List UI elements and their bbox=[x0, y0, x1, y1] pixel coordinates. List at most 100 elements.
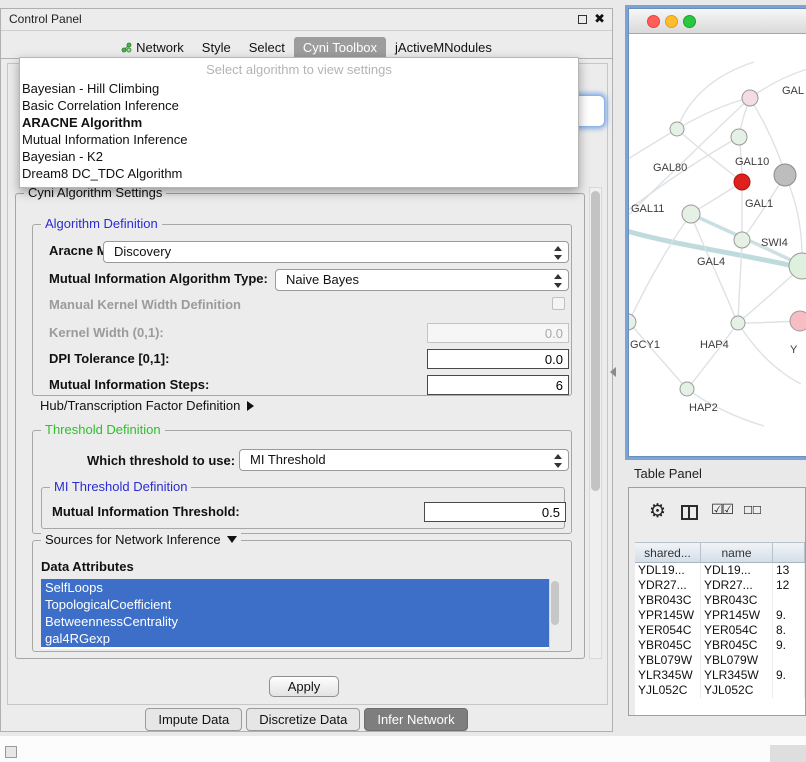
table-cell: YDL19... bbox=[701, 563, 773, 578]
network-node[interactable] bbox=[734, 232, 750, 248]
kernel-width-field bbox=[427, 323, 569, 343]
table-cell: 9. bbox=[773, 608, 805, 623]
table-row[interactable]: YDL19...YDL19...13 bbox=[635, 563, 805, 578]
network-node[interactable] bbox=[734, 174, 750, 190]
network-edge[interactable] bbox=[629, 129, 677, 162]
network-edge[interactable] bbox=[629, 322, 686, 388]
table-row[interactable]: YPR145WYPR145W9. bbox=[635, 608, 805, 623]
column-header-name[interactable]: name bbox=[701, 543, 773, 562]
table-row[interactable]: YBR045CYBR045C9. bbox=[635, 638, 805, 653]
network-edge[interactable] bbox=[629, 98, 750, 220]
table-row[interactable]: YER054CYER054C8. bbox=[635, 623, 805, 638]
network-node[interactable] bbox=[670, 122, 684, 136]
table-row[interactable]: YBL079WYBL079W bbox=[635, 653, 805, 668]
network-edge[interactable] bbox=[785, 175, 802, 265]
select-all-checkboxes-icon[interactable]: ☑☑ bbox=[711, 501, 732, 518]
list-scrollbar[interactable] bbox=[549, 579, 559, 649]
sources-expander[interactable]: Sources for Network Inference bbox=[41, 532, 241, 547]
column-header-shared[interactable]: shared... bbox=[635, 543, 701, 562]
table-cell: YLR345W bbox=[635, 668, 701, 683]
network-node[interactable] bbox=[790, 311, 806, 331]
table-row[interactable]: YJL052CYJL052C bbox=[635, 683, 805, 698]
table-cell: 9. bbox=[773, 638, 805, 653]
table-header-row: shared...name bbox=[635, 542, 805, 563]
table-cell: YBL079W bbox=[701, 653, 773, 668]
algorithm-option-bayesian-k2[interactable]: Bayesian - K2 bbox=[20, 148, 578, 165]
network-node[interactable] bbox=[731, 316, 745, 330]
data-attributes-label: Data Attributes bbox=[41, 559, 134, 574]
network-node[interactable] bbox=[731, 129, 747, 145]
table-cell: 13 bbox=[773, 563, 805, 578]
attribute-item-topologicalcoefficient[interactable]: TopologicalCoefficient bbox=[41, 596, 549, 613]
network-edge[interactable] bbox=[739, 267, 801, 322]
network-node[interactable] bbox=[742, 90, 758, 106]
tab-discretize-data[interactable]: Discretize Data bbox=[246, 708, 360, 731]
aracne-mode-select[interactable]: Discovery bbox=[103, 241, 569, 263]
mi-type-value: Naive Bayes bbox=[286, 272, 359, 287]
mi-type-label: Mutual Information Algorithm Type: bbox=[49, 271, 268, 286]
splitter-collapse-arrow-icon[interactable] bbox=[610, 367, 616, 377]
network-edge[interactable] bbox=[677, 98, 749, 129]
algorithm-option-bayesian-hill-climbing[interactable]: Bayesian - Hill Climbing bbox=[20, 80, 578, 97]
table-row[interactable]: YDR27...YDR27...12 bbox=[635, 578, 805, 593]
apply-button[interactable]: Apply bbox=[269, 676, 339, 697]
node-label-gal80: GAL80 bbox=[653, 162, 687, 174]
scrollbar-thumb[interactable] bbox=[551, 581, 559, 625]
tab-infer-network[interactable]: Infer Network bbox=[364, 708, 467, 731]
node-label-gal4: GAL4 bbox=[697, 256, 725, 268]
minimize-traffic-light-icon[interactable] bbox=[665, 15, 678, 28]
tab-style[interactable]: Style bbox=[193, 37, 240, 59]
close-icon[interactable]: ✖ bbox=[594, 11, 605, 27]
float-window-icon[interactable] bbox=[578, 15, 587, 24]
network-canvas[interactable]: GALGAL80GAL10GAL11GAL1SWI4GAL4GCY1HAP4YH… bbox=[629, 34, 806, 456]
node-label-hap2: HAP2 bbox=[689, 402, 718, 414]
network-node[interactable] bbox=[629, 314, 636, 330]
gear-icon[interactable]: ⚙ bbox=[649, 500, 666, 523]
mi-steps-field[interactable] bbox=[427, 375, 569, 395]
mi-threshold-field[interactable] bbox=[424, 502, 566, 522]
panel-corner-icon[interactable] bbox=[5, 746, 17, 758]
column-header-2[interactable] bbox=[773, 543, 805, 562]
group-title: MI Threshold Definition bbox=[50, 479, 191, 494]
network-window-titlebar[interactable] bbox=[629, 9, 806, 34]
network-node[interactable] bbox=[682, 205, 700, 223]
close-traffic-light-icon[interactable] bbox=[647, 15, 660, 28]
attribute-item-selfloops[interactable]: SelfLoops bbox=[41, 579, 549, 596]
table-row[interactable]: YBR043CYBR043C bbox=[635, 593, 805, 608]
columns-icon[interactable] bbox=[681, 505, 698, 520]
table-cell: YBR045C bbox=[635, 638, 701, 653]
tab-impute-data[interactable]: Impute Data bbox=[145, 708, 242, 731]
network-edge[interactable] bbox=[688, 324, 737, 388]
node-label-swi4: SWI4 bbox=[761, 237, 788, 249]
zoom-traffic-light-icon[interactable] bbox=[683, 15, 696, 28]
hub-definition-label: Hub/Transcription Factor Definition bbox=[40, 398, 240, 413]
tab-cyni-toolbox[interactable]: Cyni Toolbox bbox=[294, 37, 386, 59]
dpi-tolerance-field[interactable] bbox=[427, 349, 569, 369]
which-threshold-select[interactable]: MI Threshold bbox=[239, 449, 569, 471]
algorithm-option-dream8-dc-tdc-algorithm[interactable]: Dream8 DC_TDC Algorithm bbox=[20, 165, 578, 182]
mi-type-select[interactable]: Naive Bayes bbox=[275, 269, 569, 291]
network-edge[interactable] bbox=[692, 182, 742, 213]
table-row[interactable]: YLR345WYLR345W9. bbox=[635, 668, 805, 683]
tab-jactivemnodules[interactable]: jActiveMNodules bbox=[386, 37, 501, 59]
deselect-all-checkboxes-icon[interactable]: ☐☐ bbox=[743, 504, 761, 517]
network-node[interactable] bbox=[774, 164, 796, 186]
scrollbar-thumb[interactable] bbox=[591, 191, 600, 491]
algorithm-option-basic-correlation-inference[interactable]: Basic Correlation Inference bbox=[20, 97, 578, 114]
attribute-item-betweennesscentrality[interactable]: BetweennessCentrality bbox=[41, 613, 549, 630]
network-edge[interactable] bbox=[629, 214, 691, 322]
hub-definition-expander[interactable]: Hub/Transcription Factor Definition bbox=[40, 398, 254, 413]
table-panel-title: Table Panel bbox=[634, 466, 702, 481]
sources-title: Sources for Network Inference bbox=[45, 532, 221, 547]
settings-scrollbar[interactable] bbox=[589, 187, 602, 659]
tab-network[interactable]: Network bbox=[112, 37, 193, 59]
table-cell: YDR27... bbox=[701, 578, 773, 593]
control-panel-titlebar: Control Panel ✖ bbox=[1, 9, 612, 31]
algorithm-option-aracne-algorithm[interactable]: ARACNE Algorithm bbox=[20, 114, 578, 131]
attribute-item-gal4rgexp[interactable]: gal4RGexp bbox=[41, 630, 549, 647]
network-node[interactable] bbox=[680, 382, 694, 396]
data-attributes-list[interactable]: SelfLoopsTopologicalCoefficientBetweenne… bbox=[41, 579, 559, 649]
columns-icon-divider bbox=[688, 507, 690, 518]
tab-select[interactable]: Select bbox=[240, 37, 294, 59]
algorithm-option-mutual-information-inference[interactable]: Mutual Information Inference bbox=[20, 131, 578, 148]
